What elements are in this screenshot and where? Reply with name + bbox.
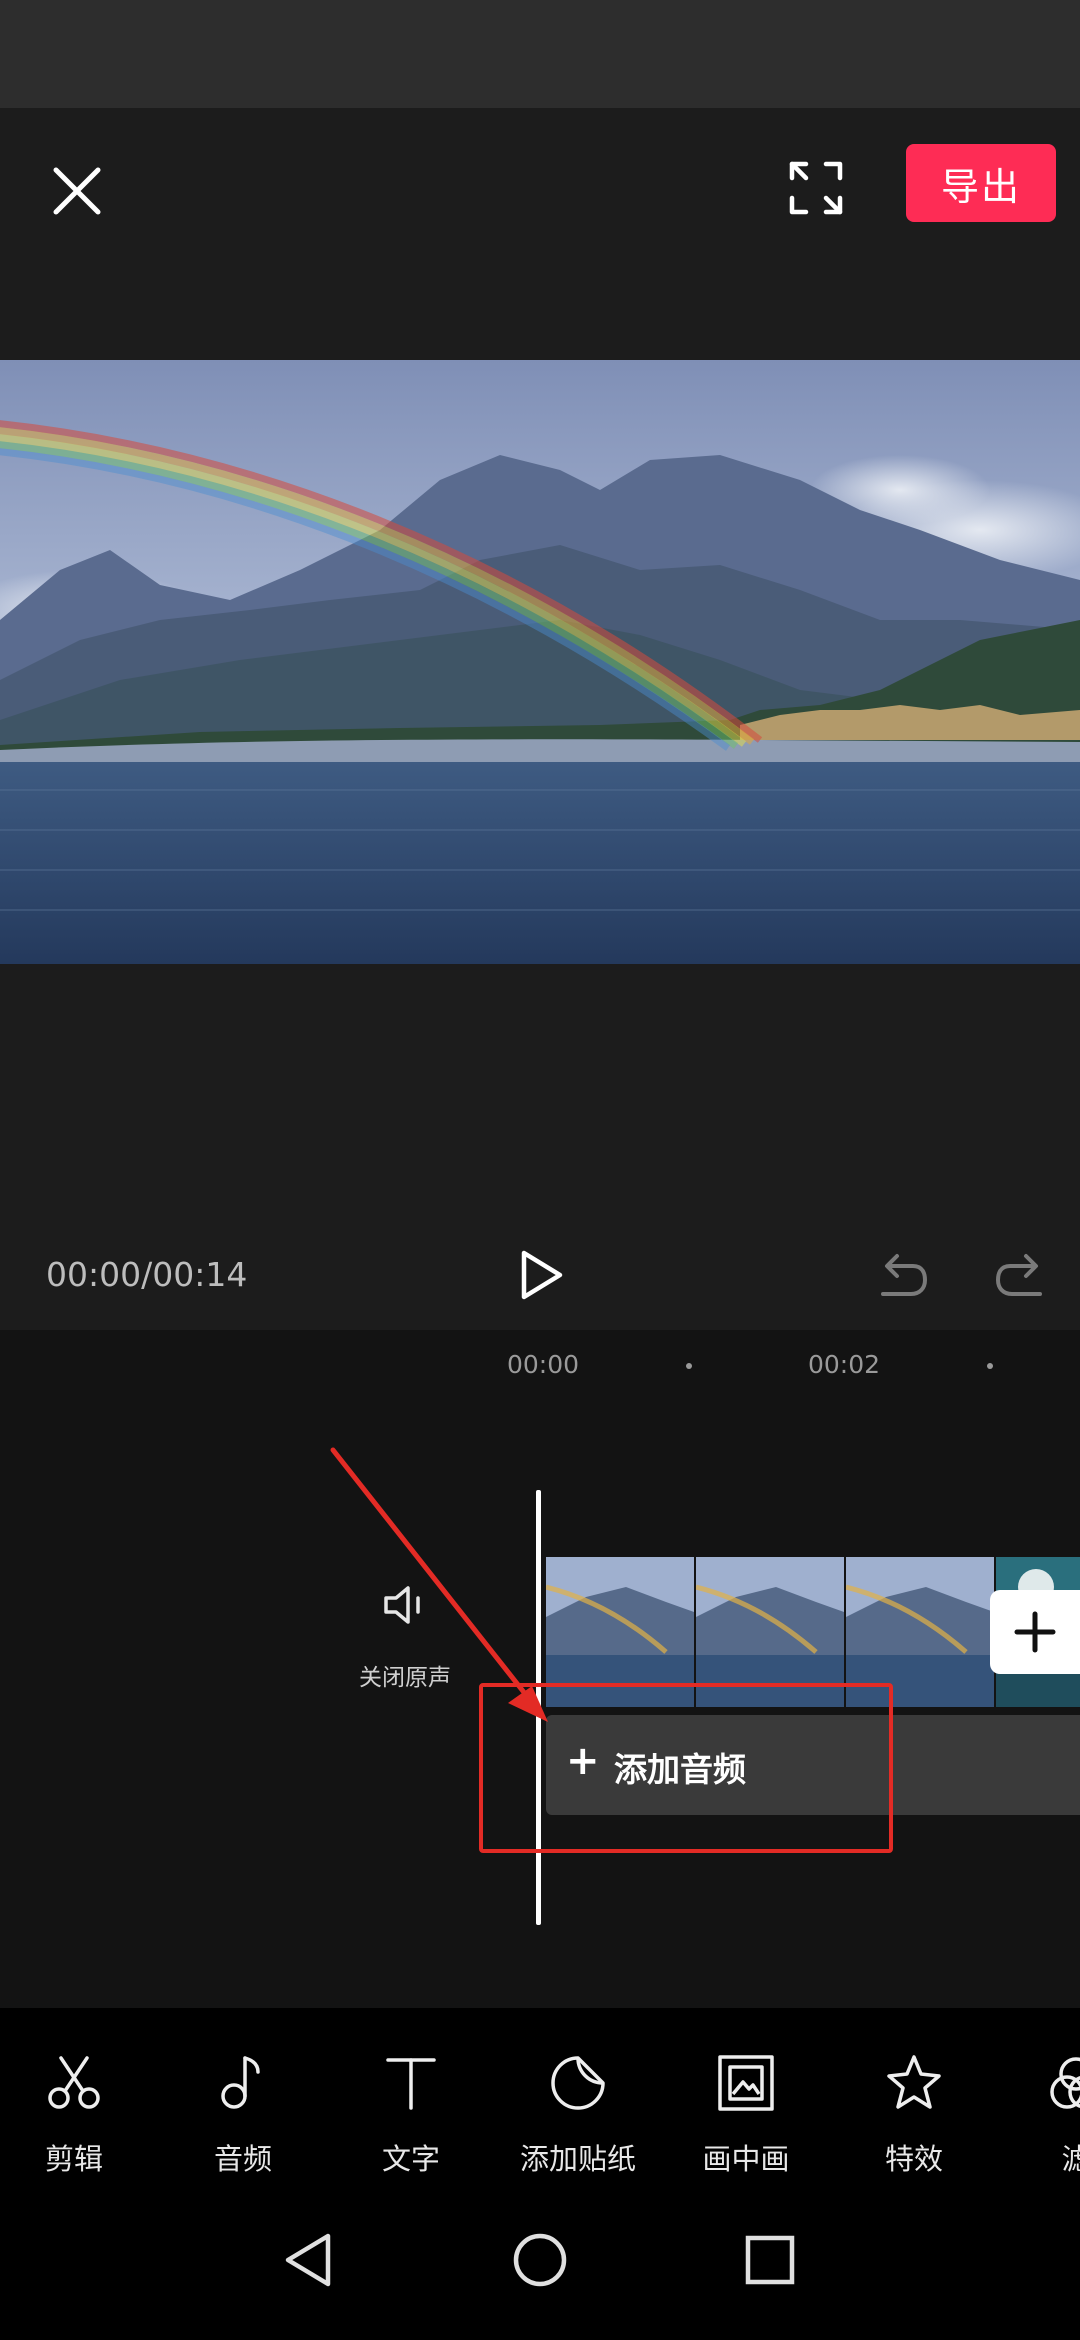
close-button[interactable]	[44, 158, 110, 224]
plus-icon: +	[566, 1738, 600, 1784]
system-navigation-bar	[0, 2180, 1080, 2340]
nav-home-button[interactable]	[500, 2220, 580, 2300]
toolbar-item-effects[interactable]: 特效	[834, 2008, 994, 2180]
speaker-icon	[384, 1586, 420, 1624]
ruler-tick	[987, 1363, 993, 1369]
toolbar-item-label: 添加贴纸	[519, 2142, 636, 2176]
mute-original-audio-label: 关闭原声	[359, 1665, 451, 1691]
text-icon	[386, 2058, 436, 2110]
clip-thumbnail	[846, 1557, 994, 1707]
ruler-tick	[686, 1363, 692, 1369]
filter-icon	[1050, 2057, 1080, 2109]
mute-original-audio-button[interactable]: 关闭原声	[340, 1580, 470, 1691]
toolbar-item-label: 音频	[213, 2142, 272, 2176]
status-bar	[0, 0, 1080, 108]
music-note-icon	[221, 2056, 260, 2109]
clip-thumbnail	[696, 1557, 844, 1707]
ruler-time-label: 00:00	[507, 1350, 580, 1379]
clip-thumbnail	[546, 1557, 694, 1707]
toolbar-item-text[interactable]: 文字	[331, 2008, 491, 2180]
editor-toolbar: 剪辑 音频 文字 添加贴纸 画中画 特效 滤	[0, 2008, 1080, 2180]
expand-icon	[789, 161, 843, 215]
sticker-icon	[551, 2056, 605, 2110]
export-button[interactable]: 导出	[906, 144, 1056, 222]
toolbar-item-edit[interactable]: 剪辑	[0, 2008, 154, 2180]
nav-back-button[interactable]	[270, 2220, 350, 2300]
redo-button[interactable]	[992, 1248, 1048, 1304]
close-icon	[53, 167, 101, 215]
ruler-time-label: 00:02	[808, 1350, 881, 1379]
toolbar-item-label: 剪辑	[44, 2142, 103, 2176]
undo-button[interactable]	[875, 1248, 931, 1304]
toolbar-item-filter[interactable]: 滤	[996, 2008, 1080, 2180]
toolbar-item-label: 滤	[1061, 2142, 1080, 2176]
video-preview-area: 00:00/00:14	[0, 258, 1080, 1330]
redo-icon	[996, 1254, 1042, 1296]
toolbar-item-picture-in-picture[interactable]: 画中画	[666, 2008, 826, 2180]
home-circle-icon	[513, 2233, 567, 2287]
toolbar-item-sticker[interactable]: 添加贴纸	[498, 2008, 658, 2180]
editor-top-bar: 导出	[0, 108, 1080, 258]
add-audio-button[interactable]: + 添加音频	[546, 1715, 1080, 1815]
toolbar-item-label: 特效	[884, 2142, 943, 2176]
fullscreen-button[interactable]	[786, 158, 846, 218]
plus-icon	[1014, 1611, 1056, 1653]
recents-square-icon	[745, 2235, 795, 2285]
video-preview[interactable]	[0, 360, 1080, 964]
toolbar-item-label: 文字	[381, 2142, 440, 2176]
playhead[interactable]	[536, 1490, 541, 1925]
toolbar-item-label: 画中画	[702, 2142, 790, 2176]
play-button[interactable]	[510, 1245, 570, 1305]
undo-icon	[881, 1254, 927, 1296]
playback-time: 00:00/00:14	[46, 1255, 248, 1294]
effects-star-icon	[887, 2055, 941, 2109]
add-audio-label: 添加音频	[614, 1750, 746, 1789]
add-clip-button[interactable]	[990, 1590, 1080, 1674]
preview-image	[0, 360, 1080, 964]
toolbar-item-audio[interactable]: 音频	[163, 2008, 323, 2180]
nav-recents-button[interactable]	[730, 2220, 810, 2300]
timeline-panel[interactable]: 00:00 00:02 关闭原声 + 添加音频	[0, 1330, 1080, 2008]
back-triangle-icon	[285, 2233, 331, 2287]
play-icon	[521, 1250, 563, 1300]
picture-in-picture-icon	[718, 2055, 774, 2111]
scissors-icon	[48, 2056, 100, 2109]
